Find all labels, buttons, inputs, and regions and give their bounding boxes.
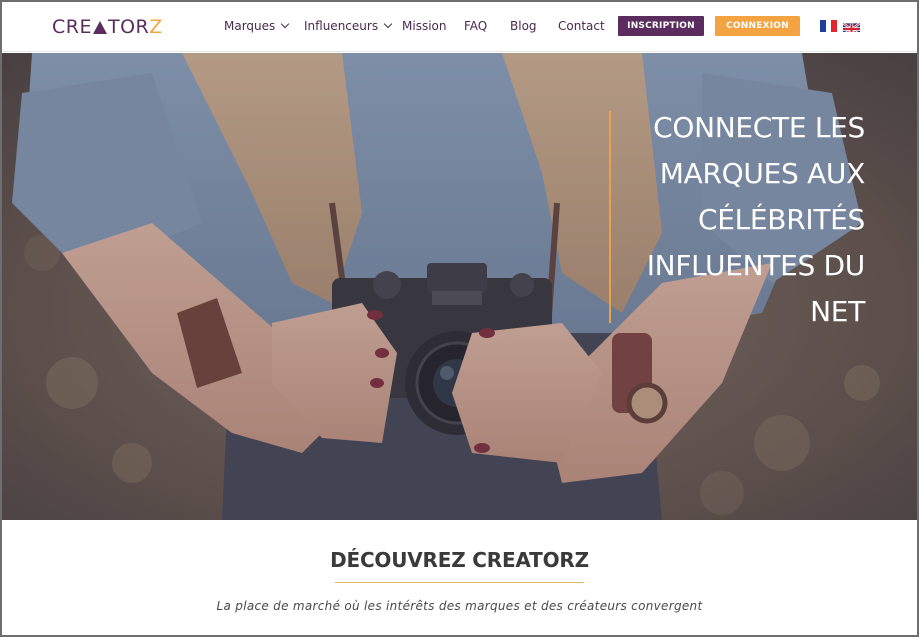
connexion-button[interactable]: CONNEXION <box>715 16 800 36</box>
site-header: CRE TORZ Marques Influenceurs Mission FAQ… <box>2 2 917 52</box>
nav-item-label: Marques <box>224 19 276 33</box>
hero-divider-line <box>609 111 611 323</box>
nav-item-mission[interactable]: Mission <box>402 19 446 33</box>
nav-item-marques[interactable]: Marques <box>224 19 290 33</box>
nav-item-faq[interactable]: FAQ <box>464 19 487 33</box>
hero-headline-line: MARQUES AUX <box>659 157 866 190</box>
inscription-button[interactable]: INSCRIPTION <box>618 16 704 36</box>
hero-headline-line: INFLUENTES DU <box>646 249 866 282</box>
section-tagline: La place de marché où les intérêts des m… <box>216 599 703 613</box>
hero-headline-line: CÉLÉBRITÉS <box>697 203 865 236</box>
hero-headline-line: NET <box>810 295 865 328</box>
logo-triangle-icon <box>92 21 107 34</box>
creatorz-logo[interactable]: CRE TORZ <box>52 16 163 38</box>
browser-frame: CRE TORZ Marques Influenceurs Mission FAQ… <box>0 0 919 637</box>
hero-headline: CONNECTE LES MARQUES AUX CÉLÉBRITÉS INFL… <box>615 105 866 335</box>
nav-item-influenceurs[interactable]: Influenceurs <box>304 19 393 33</box>
logo-text-suffix: Z <box>149 16 163 38</box>
nav-item-contact[interactable]: Contact <box>558 19 605 33</box>
nav-item-label: Blog <box>510 19 537 33</box>
nav-item-label: Contact <box>558 19 605 33</box>
nav-item-label: FAQ <box>464 19 488 33</box>
hero-headline-line: CONNECTE LES <box>653 111 865 144</box>
french-flag-icon[interactable] <box>820 20 837 32</box>
chevron-down-icon <box>383 19 393 29</box>
nav-item-label: Influenceurs <box>304 19 379 33</box>
uk-flag-icon[interactable] <box>843 20 860 32</box>
chevron-down-icon <box>281 19 290 29</box>
logo-text-middle: TOR <box>107 16 150 38</box>
nav-item-label: Mission <box>402 19 447 33</box>
section-title-underline <box>335 582 584 583</box>
hero-banner: CONNECTE LES MARQUES AUX CÉLÉBRITÉS INFL… <box>2 53 917 520</box>
nav-item-blog[interactable]: Blog <box>510 19 537 33</box>
section-title: DÉCOUVREZ CREATORZ <box>330 548 589 572</box>
logo-text-prefix: CRE <box>52 16 92 38</box>
